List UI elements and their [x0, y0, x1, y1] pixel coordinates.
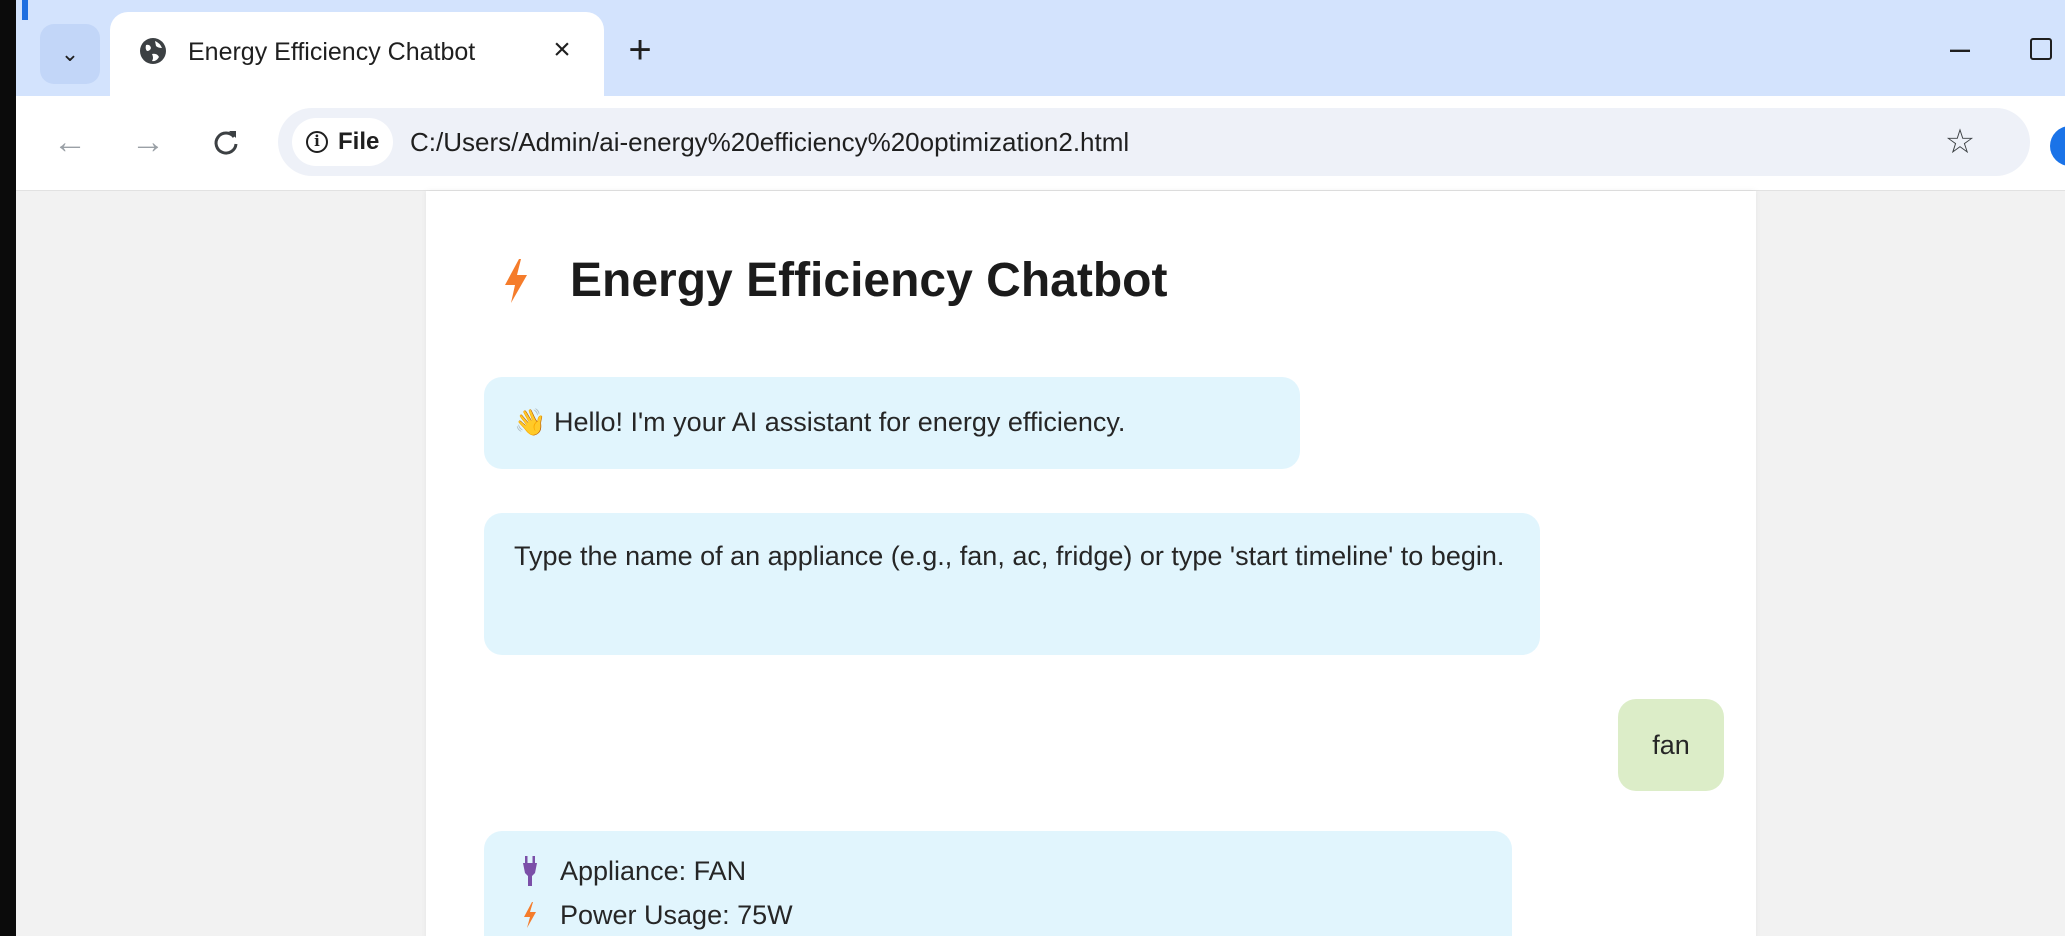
bot-message: Type the name of an appliance (e.g., fan… — [484, 513, 1540, 655]
power-usage-text: Power Usage: 75W — [560, 900, 793, 930]
site-info-label: File — [338, 128, 380, 155]
chat-container: Energy Efficiency Chatbot 👋 Hello! I'm yo… — [426, 191, 1756, 936]
site-info-chip[interactable]: i File — [292, 118, 394, 166]
bot-message-text: Type the name of an appliance (e.g., fan… — [514, 541, 1505, 571]
reload-icon — [214, 131, 238, 155]
page-viewport: Energy Efficiency Chatbot 👋 Hello! I'm yo… — [16, 191, 2065, 936]
profile-avatar[interactable] — [2050, 126, 2065, 166]
minimize-button[interactable]: – — [1940, 30, 1980, 70]
chat-heading: Energy Efficiency Chatbot — [502, 253, 1167, 308]
new-tab-button[interactable]: + — [616, 28, 664, 76]
browser-window: ⌄ Energy Efficiency Chatbot × + – ← → i — [0, 0, 2065, 936]
tab-active[interactable]: Energy Efficiency Chatbot × — [110, 12, 604, 96]
appliance-line: Appliance: FAN — [522, 849, 1474, 893]
lightning-bolt-icon — [505, 258, 527, 303]
tab-title: Energy Efficiency Chatbot — [188, 38, 476, 66]
bot-message-text: Hello! I'm your AI assistant for energy … — [554, 407, 1126, 437]
user-message-text: fan — [1652, 729, 1690, 760]
chevron-down-icon: ⌄ — [60, 41, 80, 66]
maximize-button[interactable] — [2030, 38, 2052, 60]
info-icon: i — [306, 131, 328, 153]
bot-message: Appliance: FAN Power Usage: 75W — [484, 831, 1512, 936]
back-button[interactable]: ← — [46, 118, 94, 166]
waving-hand-icon: 👋 — [514, 407, 547, 437]
reload-button[interactable] — [202, 118, 250, 166]
window-edge — [0, 0, 16, 936]
plug-icon — [523, 856, 537, 886]
browser-toolbar: ← → i File C:/Users/Admin/ai-energy%20ef… — [16, 96, 2065, 191]
bookmark-star-icon[interactable]: ☆ — [1938, 120, 1982, 164]
tab-search-button[interactable]: ⌄ — [40, 24, 100, 84]
appliance-text: Appliance: FAN — [560, 856, 747, 886]
tab-strip: ⌄ Energy Efficiency Chatbot × + – — [16, 0, 2065, 96]
power-usage-line: Power Usage: 75W — [522, 893, 1474, 936]
user-message: fan — [1618, 699, 1724, 791]
forward-button[interactable]: → — [124, 118, 172, 166]
address-bar[interactable]: i File C:/Users/Admin/ai-energy%20effici… — [278, 108, 2030, 176]
lightning-bolt-icon — [524, 902, 536, 928]
page-title: Energy Efficiency Chatbot — [570, 254, 1168, 307]
url-text[interactable]: C:/Users/Admin/ai-energy%20efficiency%20… — [410, 124, 1129, 160]
globe-icon — [140, 38, 166, 64]
bot-message: 👋 Hello! I'm your AI assistant for energy… — [484, 377, 1300, 469]
tab-close-button[interactable]: × — [544, 32, 580, 68]
window-edge-accent — [22, 0, 28, 20]
